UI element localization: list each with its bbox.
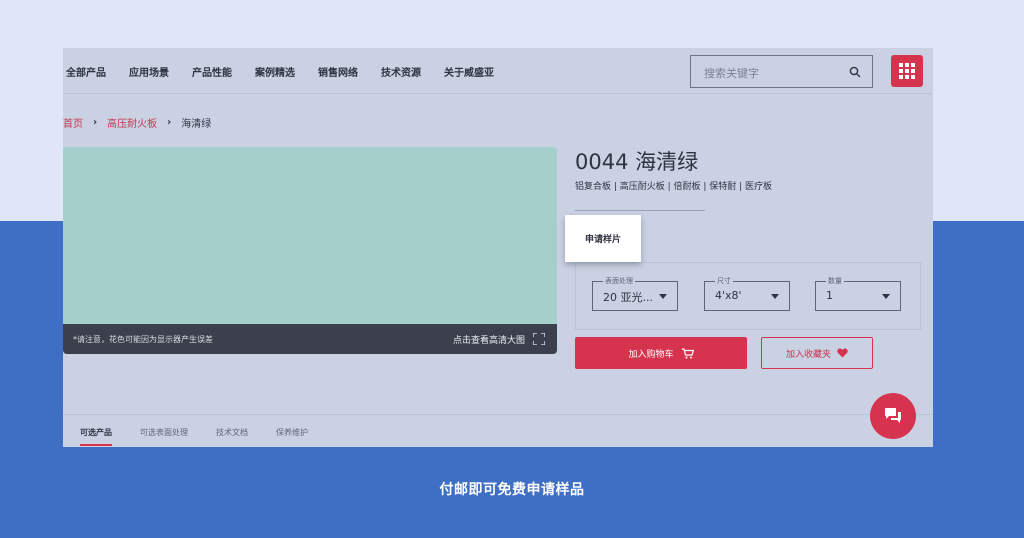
- add-to-favorites-button[interactable]: 加入收藏夹: [761, 337, 873, 369]
- tabs-divider: [63, 414, 933, 415]
- color-disclaimer: *请注意，花色可能因为显示器产生误差: [73, 335, 213, 344]
- search-input[interactable]: 搜索关键字: [690, 55, 873, 88]
- product-title: 0044 海清绿: [575, 150, 699, 174]
- grid-icon: [899, 63, 915, 79]
- tab-maintenance[interactable]: 保养维护: [276, 427, 308, 438]
- quantity-value: 1: [826, 289, 833, 302]
- top-nav: 全部产品 应用场景 产品性能 案例精选 销售网络 技术资源 关于威盛亚 搜索关键…: [63, 48, 933, 94]
- add-to-cart-button[interactable]: 加入购物车: [575, 337, 747, 369]
- size-label: 尺寸: [715, 276, 733, 286]
- quantity-select[interactable]: 数量 1: [815, 276, 901, 311]
- surface-select[interactable]: 表面处理 20 亚光...: [592, 276, 678, 311]
- request-sample-button[interactable]: 申请样片: [565, 215, 641, 262]
- caret-down-icon: [771, 294, 779, 299]
- caption: 付邮即可免费申请样品: [439, 482, 585, 498]
- search-placeholder: 搜索关键字: [704, 67, 759, 80]
- options-panel: 表面处理 20 亚光... 尺寸 4'x8' 数量 1: [575, 262, 921, 330]
- chevron-right-icon: ›: [167, 117, 172, 128]
- surface-value: 20 亚光...: [603, 291, 653, 304]
- chevron-right-icon: ›: [93, 117, 98, 128]
- nav-item-sales-network[interactable]: 销售网络: [318, 64, 358, 79]
- size-select[interactable]: 尺寸 4'x8': [704, 276, 790, 311]
- search-icon[interactable]: [849, 66, 861, 78]
- nav-item-about[interactable]: 关于威盛亚: [444, 64, 494, 79]
- add-to-favorites-label: 加入收藏夹: [785, 349, 831, 360]
- nav-menu: 全部产品 应用场景 产品性能 案例精选 销售网络 技术资源 关于威盛亚: [66, 64, 517, 79]
- heart-icon: [837, 348, 848, 358]
- chat-icon: [885, 408, 901, 423]
- tab-available-products[interactable]: 可选产品: [80, 427, 112, 446]
- size-value: 4'x8': [715, 289, 742, 302]
- nav-item-all-products[interactable]: 全部产品: [66, 64, 106, 79]
- nav-item-cases[interactable]: 案例精选: [255, 64, 295, 79]
- breadcrumb: 首页 › 高压耐火板 › 海清绿: [63, 115, 211, 130]
- divider: [575, 210, 705, 211]
- product-tabs: 可选产品 可选表面处理 技术文档 保养维护: [80, 427, 336, 446]
- breadcrumb-category[interactable]: 高压耐火板: [107, 115, 157, 130]
- website-screenshot: 全部产品 应用场景 产品性能 案例精选 销售网络 技术资源 关于威盛亚 搜索关键…: [63, 48, 933, 447]
- caret-down-icon: [882, 294, 890, 299]
- menu-grid-button[interactable]: [891, 55, 923, 87]
- swatch-info-bar: *请注意，花色可能因为显示器产生误差 点击查看高清大图: [63, 324, 557, 354]
- expand-icon[interactable]: [533, 333, 545, 345]
- product-tags: 铝复合板 | 高压耐火板 | 倍耐板 | 保特耐 | 医疗板: [575, 182, 773, 192]
- surface-label: 表面处理: [603, 276, 635, 286]
- tab-tech-docs[interactable]: 技术文档: [216, 427, 248, 438]
- chat-button[interactable]: [870, 393, 916, 439]
- cart-icon: [681, 347, 694, 358]
- nav-item-applications[interactable]: 应用场景: [129, 64, 169, 79]
- color-swatch-image[interactable]: [63, 147, 557, 354]
- nav-item-performance[interactable]: 产品性能: [192, 64, 232, 79]
- view-hd-link[interactable]: 点击查看高清大图: [453, 333, 525, 346]
- breadcrumb-current: 海清绿: [181, 119, 212, 130]
- nav-item-tech-resources[interactable]: 技术资源: [381, 64, 421, 79]
- caret-down-icon: [659, 294, 667, 299]
- add-to-cart-label: 加入购物车: [628, 349, 674, 360]
- quantity-label: 数量: [826, 276, 844, 286]
- breadcrumb-home[interactable]: 首页: [63, 115, 83, 130]
- tab-surface-finishes[interactable]: 可选表面处理: [140, 427, 188, 438]
